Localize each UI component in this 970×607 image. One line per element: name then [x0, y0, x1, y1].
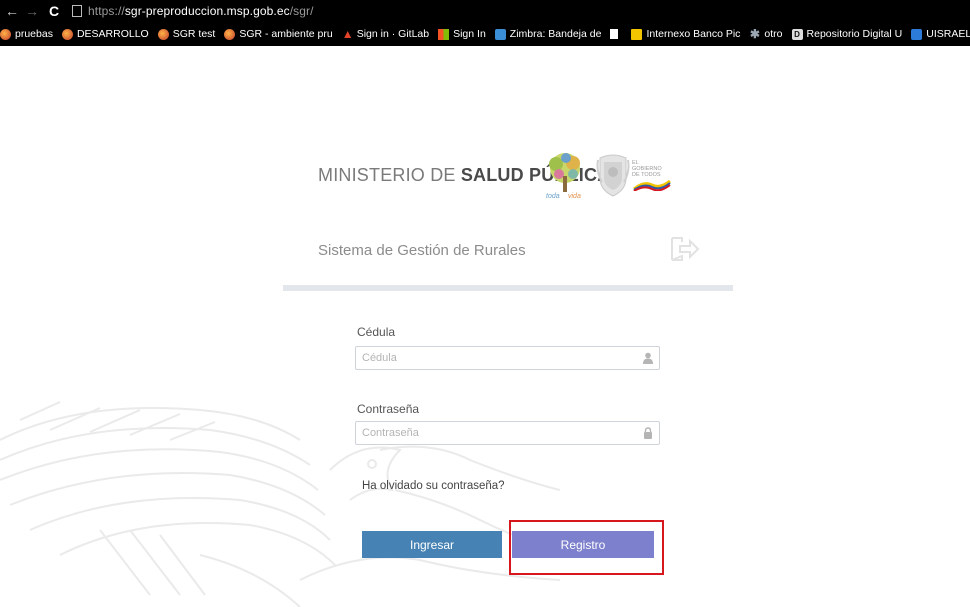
- bookmarks-bar: pruebas DESARROLLO SGR test SGR - ambien…: [0, 22, 970, 46]
- reload-icon[interactable]: C: [46, 3, 62, 19]
- bookmark-label: Repositorio Digital U: [806, 28, 903, 40]
- bookmark-label: Internexo Banco Pic: [646, 28, 741, 40]
- microsoft-icon: [438, 28, 450, 40]
- password-label: Contraseña: [357, 402, 420, 416]
- uisrael-icon: [911, 28, 923, 40]
- ministry-prefix: MINISTERIO DE: [318, 165, 461, 185]
- bookmark-document[interactable]: [610, 29, 622, 39]
- page-icon: [72, 5, 82, 17]
- bookmark-label: Sign in · GitLab: [356, 28, 430, 40]
- document-icon: [610, 29, 619, 39]
- forgot-password-link[interactable]: Ha olvidado su contraseña?: [362, 480, 505, 492]
- bookmark-sgr-ambiente[interactable]: SGR - ambiente pru: [224, 28, 333, 40]
- user-icon: [643, 352, 653, 364]
- back-arrow-icon[interactable]: ←: [4, 3, 20, 19]
- tree-logo-icon: toda vida: [546, 153, 581, 200]
- url-scheme: https://: [88, 4, 125, 18]
- gobierno-logo: EL GOBIERNO DE TODOS: [632, 160, 674, 202]
- header-divider: [283, 285, 733, 291]
- gitlab-icon: ▲: [341, 26, 354, 41]
- bookmark-label: DESARROLLO: [76, 28, 149, 40]
- url-text[interactable]: https://sgr-preproduccion.msp.gob.ec/sgr…: [88, 4, 314, 18]
- browser-address-bar: ← → C https://sgr-preproduccion.msp.gob.…: [0, 0, 970, 22]
- mono-icon: [224, 28, 236, 40]
- login-button[interactable]: Ingresar: [362, 531, 502, 558]
- forward-arrow-icon[interactable]: →: [24, 3, 40, 19]
- cedula-input[interactable]: [355, 346, 660, 370]
- mono-icon: [61, 28, 73, 40]
- bookmark-label: SGR test: [172, 28, 216, 40]
- password-input[interactable]: [355, 421, 660, 445]
- bookmark-repositorio[interactable]: D Repositorio Digital U: [791, 28, 903, 40]
- register-highlight-box: [509, 520, 664, 575]
- cedula-label: Cédula: [357, 325, 396, 339]
- bookmark-sgr-test[interactable]: SGR test: [157, 28, 216, 40]
- bookmark-zimbra[interactable]: Zimbra: Bandeja de: [494, 28, 602, 40]
- logout-icon[interactable]: [668, 236, 700, 262]
- bookmark-desarrollo[interactable]: DESARROLLO: [61, 28, 149, 40]
- bookmark-gitlab[interactable]: ▲ Sign in · GitLab: [341, 26, 430, 41]
- bookmark-pruebas[interactable]: pruebas: [0, 28, 53, 40]
- svg-text:vida: vida: [568, 193, 581, 200]
- bookmark-uisrael[interactable]: UISRAEL: Pres. y S: [911, 28, 970, 40]
- svg-text:toda: toda: [546, 193, 560, 200]
- bookmark-internexo[interactable]: Internexo Banco Pic: [631, 28, 740, 40]
- gobierno-flag-stripe-icon: [633, 179, 671, 191]
- lock-icon: [644, 427, 652, 439]
- star-icon: ✱: [749, 26, 760, 41]
- coat-of-arms-icon: [596, 154, 630, 197]
- mono-icon: [157, 28, 169, 40]
- gob-line-3: DE TODOS: [632, 172, 661, 178]
- repo-icon: D: [791, 28, 803, 40]
- bookmark-label: Zimbra: Bandeja de: [509, 28, 602, 40]
- bookmark-label: SGR - ambiente pru: [239, 28, 333, 40]
- zimbra-icon: [494, 28, 506, 40]
- url-host: sgr-preproduccion.msp.gob.ec: [124, 4, 290, 18]
- bookmark-label: Sign In: [453, 28, 486, 40]
- yellow-icon: [631, 28, 643, 40]
- mono-icon: [0, 28, 11, 40]
- eagle-watermark-icon: [0, 401, 560, 607]
- bookmark-sign-in[interactable]: Sign In: [438, 28, 486, 40]
- url-path: /sgr/: [289, 4, 314, 18]
- system-title: Sistema de Gestión de Rurales: [318, 242, 526, 259]
- bookmark-otro[interactable]: ✱ otro: [749, 26, 783, 41]
- bookmark-label: otro: [764, 28, 783, 40]
- bookmark-label: pruebas: [15, 28, 53, 40]
- bookmark-label: UISRAEL: Pres. y S: [926, 28, 970, 40]
